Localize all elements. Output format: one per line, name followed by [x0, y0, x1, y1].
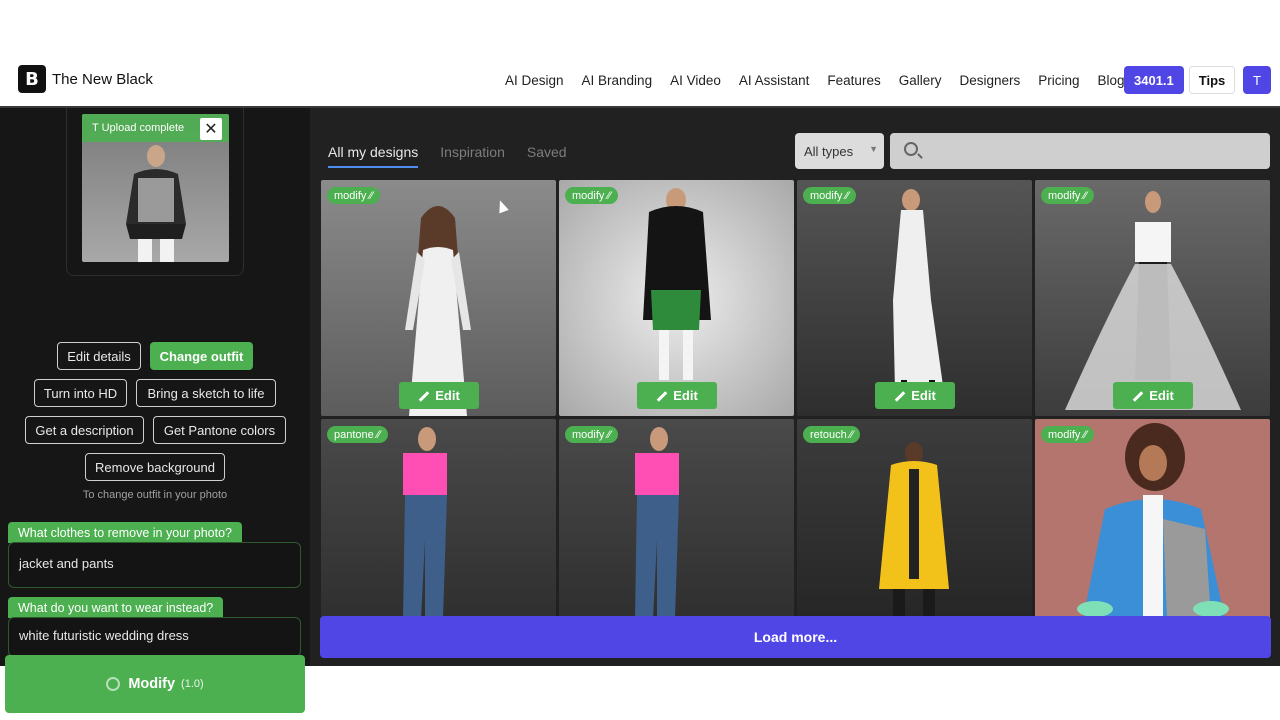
pencil-icon — [418, 391, 428, 401]
design-card[interactable]: modify ⁄⁄ Edit — [1035, 180, 1270, 416]
design-card[interactable]: modify ⁄⁄ — [1035, 419, 1270, 619]
design-card[interactable]: retouch ⁄⁄ — [797, 419, 1032, 619]
search-box — [890, 133, 1270, 169]
close-icon[interactable]: ✕ — [200, 118, 222, 140]
edit-button[interactable]: Edit — [637, 382, 717, 409]
card-badge: modify ⁄⁄ — [1041, 426, 1095, 443]
card-badge: retouch ⁄⁄ — [803, 426, 861, 443]
top-navigation: B The New Black AI Design AI Branding AI… — [0, 52, 1280, 108]
app-window: B The New Black AI Design AI Branding AI… — [0, 52, 1280, 713]
remove-clothes-input[interactable]: jacket and pants — [8, 542, 301, 588]
card-badge: modify ⁄⁄ — [565, 426, 619, 443]
sidebar: T Upload complete ✕ Edit details Change … — [0, 108, 310, 713]
remove-clothes-value: jacket and pants — [19, 556, 114, 571]
edit-button[interactable]: Edit — [399, 382, 479, 409]
sketch-to-life-button[interactable]: Bring a sketch to life — [136, 379, 276, 407]
card-badge: modify ⁄⁄ — [565, 187, 619, 204]
nav-link-ai-design[interactable]: AI Design — [505, 73, 564, 88]
design-card[interactable]: pantone ⁄⁄ — [321, 419, 556, 619]
card-image — [893, 189, 945, 400]
type-filter-select[interactable]: All types ▼ — [795, 133, 884, 169]
design-card[interactable]: modify ⁄⁄ — [559, 419, 794, 619]
card-image — [643, 188, 711, 380]
card-badge: pantone ⁄⁄ — [327, 426, 388, 443]
change-outfit-button[interactable]: Change outfit — [150, 342, 253, 370]
brand-name: The New Black — [52, 70, 153, 88]
design-card[interactable]: modify ⁄⁄ Edit — [797, 180, 1032, 416]
avatar[interactable]: T — [1243, 66, 1271, 94]
load-more-button[interactable]: Load more... — [320, 616, 1271, 658]
nav-link-designers[interactable]: Designers — [959, 73, 1020, 88]
nav-link-ai-video[interactable]: AI Video — [670, 73, 721, 88]
brand-logo-icon: B — [18, 65, 46, 93]
hint-text: To change outfit in your photo — [82, 489, 228, 501]
upload-status-text: T Upload complete — [92, 122, 185, 134]
remove-clothes-label: What clothes to remove in your photo? — [8, 522, 243, 543]
search-icon — [904, 142, 918, 156]
design-card[interactable]: modify ⁄⁄ Edit — [321, 180, 556, 416]
turn-into-hd-button[interactable]: Turn into HD — [34, 379, 127, 407]
edit-button[interactable]: Edit — [875, 382, 955, 409]
gallery-tabs: All my designs Inspiration Saved — [328, 144, 589, 168]
get-description-button[interactable]: Get a description — [25, 416, 144, 444]
card-image — [1077, 423, 1229, 619]
upload-status-banner: T Upload complete ✕ — [82, 114, 229, 142]
card-badge: modify ⁄⁄ — [327, 187, 381, 204]
nav-links: AI Design AI Branding AI Video AI Assist… — [505, 52, 1143, 108]
chevron-down-icon: ▼ — [869, 144, 878, 154]
card-image — [1065, 191, 1241, 410]
nav-link-features[interactable]: Features — [827, 73, 880, 88]
nav-link-blog[interactable]: Blog — [1098, 73, 1125, 88]
search-input[interactable] — [930, 133, 1260, 169]
get-pantone-button[interactable]: Get Pantone colors — [153, 416, 286, 444]
wear-instead-label: What do you want to wear instead? — [8, 597, 224, 618]
design-grid: modify ⁄⁄ Edit modify ⁄⁄ Edit modify ⁄⁄ … — [321, 180, 1271, 620]
nav-link-ai-branding[interactable]: AI Branding — [582, 73, 653, 88]
pencil-icon — [1132, 391, 1142, 401]
tips-button[interactable]: Tips — [1189, 66, 1235, 94]
remove-background-button[interactable]: Remove background — [85, 453, 225, 481]
card-image — [635, 427, 679, 619]
modify-label: Modify — [128, 676, 176, 692]
pencil-icon — [656, 391, 666, 401]
tab-all-my-designs[interactable]: All my designs — [328, 144, 419, 168]
card-image — [405, 206, 471, 416]
tab-saved[interactable]: Saved — [527, 144, 567, 168]
pencil-icon — [894, 391, 904, 401]
uploaded-photo: T Upload complete ✕ — [82, 114, 229, 262]
nav-link-ai-assistant[interactable]: AI Assistant — [739, 73, 810, 88]
card-badge: modify ⁄⁄ — [1041, 187, 1095, 204]
nav-link-pricing[interactable]: Pricing — [1038, 73, 1079, 88]
modify-version: (1.0) — [181, 678, 204, 690]
design-card[interactable]: modify ⁄⁄ Edit — [559, 180, 794, 416]
wear-instead-input[interactable]: white futuristic wedding dress — [8, 617, 301, 657]
nav-link-gallery[interactable]: Gallery — [899, 73, 942, 88]
modify-button[interactable]: Modify (1.0) — [5, 655, 305, 713]
main-gallery: All my designs Inspiration Saved All typ… — [310, 108, 1280, 666]
type-filter-value: All types — [804, 143, 854, 159]
edit-details-button[interactable]: Edit details — [57, 342, 141, 370]
wear-instead-value: white futuristic wedding dress — [19, 628, 189, 643]
card-image — [879, 442, 949, 619]
card-badge: modify ⁄⁄ — [803, 187, 857, 204]
edit-button[interactable]: Edit — [1113, 382, 1193, 409]
credits-button[interactable]: 3401.1 — [1124, 66, 1184, 94]
brand[interactable]: B The New Black — [18, 65, 153, 93]
modify-spinner-icon — [106, 677, 121, 691]
card-image — [403, 427, 447, 619]
tab-inspiration[interactable]: Inspiration — [440, 144, 505, 168]
